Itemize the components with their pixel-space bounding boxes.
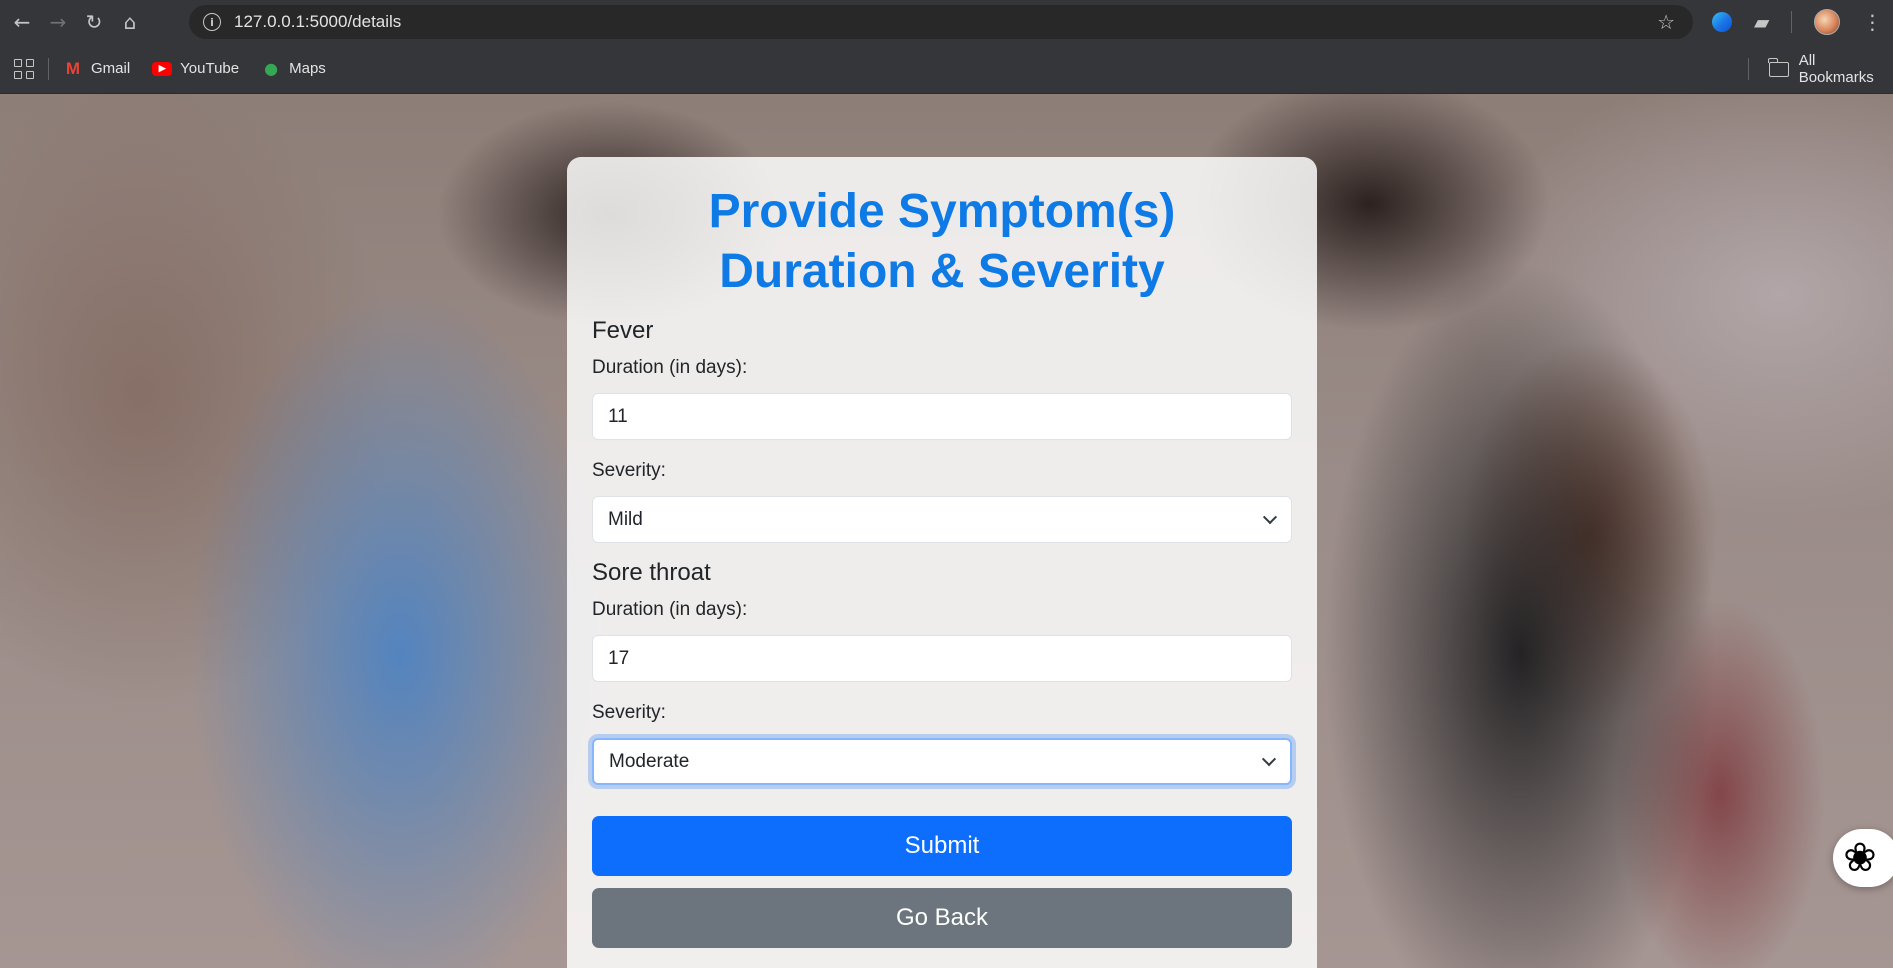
reload-icon[interactable]: ↻	[80, 8, 108, 36]
maps-icon: ●	[264, 59, 279, 78]
assistant-launcher-button[interactable]: ❀	[1833, 829, 1893, 887]
select-value: Mild	[608, 508, 643, 530]
more-menu-icon[interactable]: ⋮	[1862, 10, 1882, 34]
bookmark-label: Gmail	[91, 60, 131, 77]
sore-throat-severity-select[interactable]: Moderate	[592, 738, 1292, 785]
url-text[interactable]: 127.0.0.1:5000/details	[234, 12, 401, 32]
assistant-logo-icon: ❀	[1843, 835, 1877, 881]
page-viewport: Provide Symptom(s) Duration & Severity F…	[0, 94, 1893, 968]
address-bar[interactable]: i 127.0.0.1:5000/details ☆	[189, 5, 1693, 39]
chevron-down-icon	[1262, 509, 1278, 524]
bookmark-gmail[interactable]: M Gmail	[63, 58, 131, 78]
all-bookmarks[interactable]: All Bookmarks	[1748, 44, 1893, 94]
title-line-2: Duration & Severity	[719, 245, 1165, 298]
bookmark-label: Maps	[289, 60, 326, 77]
symptom-name: Sore throat	[592, 559, 711, 586]
bookmarks-divider	[1748, 58, 1749, 80]
chevron-down-icon	[1261, 751, 1277, 766]
bookmark-maps[interactable]: ● Maps	[261, 59, 326, 78]
page-title: Provide Symptom(s) Duration & Severity	[592, 182, 1292, 302]
bookmark-youtube[interactable]: ▶ YouTube	[152, 60, 239, 77]
fever-duration-input[interactable]: 11	[592, 393, 1292, 440]
sore-throat-duration-input[interactable]: 17	[592, 635, 1292, 682]
symptom-details-form: Provide Symptom(s) Duration & Severity F…	[567, 157, 1317, 968]
bookmark-star-icon[interactable]: ☆	[1657, 10, 1675, 34]
symptom-name: Fever	[592, 317, 654, 344]
duration-label: Duration (in days):	[592, 357, 748, 378]
extensions-puzzle-icon[interactable]: ▰	[1754, 10, 1769, 34]
forward-arrow-icon[interactable]: →	[44, 8, 72, 36]
apps-grid-icon[interactable]	[14, 58, 34, 79]
bookmarks-divider	[48, 57, 49, 80]
submit-button[interactable]: Submit	[592, 816, 1292, 876]
severity-label: Severity:	[592, 460, 666, 481]
bookmarks-bar: M Gmail ▶ YouTube ● Maps All Bookmarks	[0, 44, 1893, 94]
extensions-area: ▰ ⋮	[1712, 0, 1882, 44]
fever-severity-select[interactable]: Mild	[592, 496, 1292, 543]
toolbar-divider	[1791, 11, 1793, 33]
title-line-1: Provide Symptom(s)	[708, 185, 1176, 238]
browser-toolbar: ← → ↻ ⌂ i 127.0.0.1:5000/details ☆ ▰ ⋮	[0, 0, 1893, 44]
youtube-icon: ▶	[152, 61, 173, 76]
input-value: 17	[608, 647, 630, 669]
profile-avatar[interactable]	[1814, 9, 1841, 35]
folder-icon	[1768, 57, 1789, 77]
input-value: 11	[608, 405, 628, 427]
severity-label: Severity:	[592, 702, 666, 723]
back-arrow-icon[interactable]: ←	[8, 8, 36, 36]
go-back-button[interactable]: Go Back	[592, 888, 1292, 948]
duration-label: Duration (in days):	[592, 599, 748, 620]
all-bookmarks-label: All Bookmarks	[1798, 52, 1874, 86]
bookmark-label: YouTube	[180, 60, 240, 77]
extension-icon[interactable]	[1712, 12, 1732, 32]
site-info-icon[interactable]: i	[203, 13, 221, 31]
select-value: Moderate	[609, 750, 690, 772]
home-icon[interactable]: ⌂	[116, 8, 144, 36]
gmail-icon: M	[65, 58, 81, 78]
